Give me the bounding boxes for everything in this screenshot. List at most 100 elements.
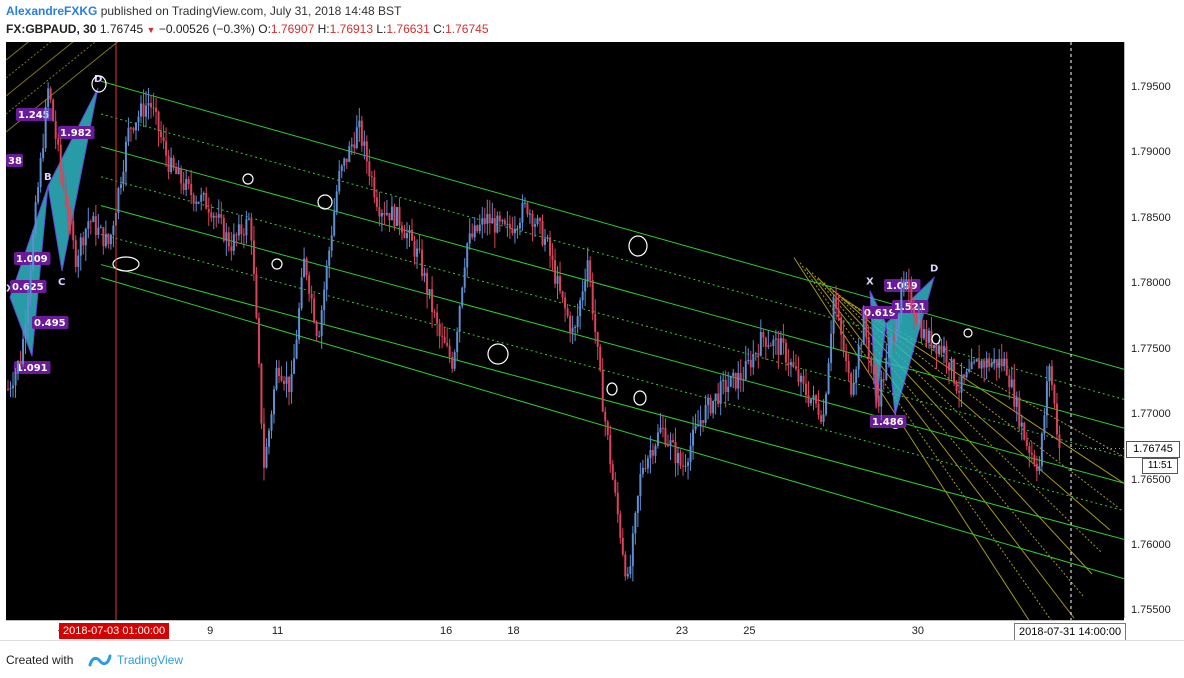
- candle-body-413: [1043, 415, 1046, 434]
- candle-body-100: [257, 317, 260, 364]
- candle-body-179: [456, 331, 459, 353]
- time-tick-2: 16: [439, 625, 453, 637]
- candle-body-207: [526, 202, 529, 215]
- candle-body-114: [293, 358, 296, 374]
- tradingview-logo-icon[interactable]: [88, 653, 112, 667]
- candle-body-324: [820, 415, 823, 422]
- candle-body-351: [887, 346, 890, 358]
- candle-body-281: [712, 400, 715, 414]
- candle-body-174: [443, 336, 446, 343]
- candle-body-366: [925, 329, 928, 343]
- price-change: −0.00526 (−0.3%): [158, 22, 255, 36]
- chart-area[interactable]: XABCDXABCD1.2451.982381.0090.4951.0910.6…: [6, 42, 1124, 640]
- candle-body-316: [799, 375, 802, 382]
- tradingview-brand-link[interactable]: TradingView: [117, 653, 183, 667]
- candle-body-267: [677, 452, 680, 464]
- candle-body-80: [207, 208, 210, 213]
- candle-body-389: [983, 361, 986, 368]
- candle-body-343: [867, 336, 870, 358]
- candle-body-2: [12, 385, 15, 389]
- current-price-label: 1.76745: [1126, 441, 1180, 458]
- candle-body-374: [945, 346, 948, 363]
- candle-body-256: [649, 449, 652, 459]
- candle-body-73: [190, 183, 193, 196]
- candle-body-188: [478, 224, 481, 232]
- candle-body-40: [107, 233, 110, 245]
- candle-body-3: [14, 372, 17, 386]
- candle-body-189: [481, 218, 484, 225]
- author-link[interactable]: AlexandreFXKG: [6, 4, 97, 18]
- candle-body-348: [880, 379, 883, 407]
- candle-body-17: [49, 88, 52, 100]
- candle-body-407: [1028, 446, 1031, 454]
- candle-body-32: [87, 221, 90, 229]
- candle-body-108: [278, 367, 281, 376]
- candle-body-10: [32, 234, 35, 270]
- pattern-1-ratio-1: 1.982: [60, 128, 92, 139]
- candle-body-354: [895, 329, 898, 341]
- symbol-label[interactable]: FX:GBPAUD, 30: [6, 22, 96, 36]
- candle-body-26: [72, 221, 75, 241]
- candle-body-206: [523, 202, 526, 204]
- candle-body-319: [807, 395, 810, 404]
- candle-body-245: [621, 537, 624, 555]
- candle-body-161: [411, 229, 414, 241]
- candle-body-154: [393, 206, 396, 226]
- candle-body-222: [564, 297, 567, 309]
- candle-body-153: [390, 206, 393, 221]
- candle-body-88: [227, 232, 230, 247]
- price-axis[interactable]: 1.79500 1.79000 1.78500 1.78000 1.77500 1.770…: [1124, 42, 1184, 618]
- created-with-label: Created with: [6, 653, 74, 667]
- high-value: 1.76913: [329, 22, 374, 36]
- candle-body-411: [1038, 465, 1041, 471]
- candle-body-370: [935, 344, 938, 354]
- candle-body-296: [749, 359, 752, 368]
- candle-body-83: [215, 215, 218, 218]
- candle-body-386: [975, 359, 978, 362]
- candle-body-301: [762, 332, 765, 338]
- candle-body-145: [370, 176, 373, 178]
- candle-body-322: [815, 395, 818, 404]
- price-chart[interactable]: XABCDXABCD1.2451.982381.0090.4951.0910.6…: [6, 42, 1124, 640]
- candle-body-403: [1018, 397, 1021, 427]
- candle-body-289: [732, 372, 735, 377]
- candle-body-246: [624, 554, 627, 577]
- candle-body-223: [566, 308, 569, 316]
- time-axis[interactable]: J 9111618232530: [6, 620, 1124, 641]
- pattern-1-point-c: C: [58, 277, 65, 288]
- price-tick-1: 1.79000: [1131, 146, 1171, 159]
- candle-body-328: [830, 333, 833, 363]
- candle-body-230: [584, 280, 587, 292]
- candle-body-320: [810, 399, 813, 404]
- candle-body-240: [609, 435, 612, 465]
- candle-body-22: [62, 171, 65, 188]
- time-tick-4: 23: [675, 625, 689, 637]
- candle-body-172: [438, 323, 441, 336]
- candle-body-410: [1035, 463, 1038, 471]
- candle-body-241: [611, 464, 614, 480]
- candle-body-346: [875, 374, 878, 396]
- publish-info: published on TradingView.com, July 31, 2…: [100, 4, 402, 18]
- candle-body-166: [423, 272, 426, 277]
- candle-body-359: [907, 280, 910, 287]
- candle-body-124: [318, 335, 321, 337]
- candle-body-191: [486, 213, 489, 225]
- candle-body-401: [1013, 379, 1016, 407]
- candle-body-148: [378, 207, 381, 217]
- candle-body-248: [629, 566, 632, 574]
- candle-body-225: [571, 327, 574, 333]
- candle-body-106: [272, 389, 275, 415]
- candle-body-307: [777, 338, 780, 355]
- candle-body-177: [451, 357, 454, 369]
- crosshair-date-label: 2018-07-03 01:00:00: [59, 623, 170, 639]
- chart-header: AlexandreFXKG published on TradingView.c…: [0, 0, 1184, 42]
- candle-body-363: [917, 319, 920, 324]
- candle-body-158: [403, 232, 406, 239]
- candle-body-74: [192, 195, 195, 204]
- candle-body-261: [661, 427, 664, 429]
- high-label: H:: [317, 22, 330, 36]
- candle-body-82: [212, 215, 215, 218]
- candle-body-37: [99, 227, 102, 229]
- candle-body-41: [109, 234, 112, 245]
- candle-body-13: [39, 158, 42, 188]
